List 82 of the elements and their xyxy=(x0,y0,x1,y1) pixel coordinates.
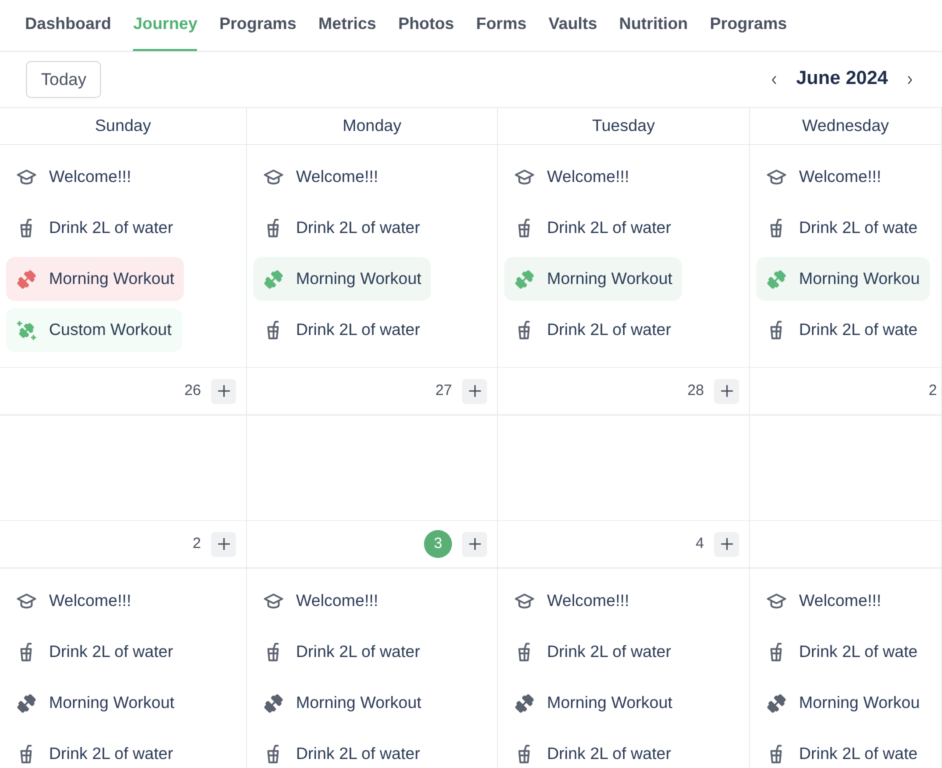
event-item[interactable]: Morning Workout xyxy=(504,257,682,301)
plus-icon xyxy=(466,536,482,552)
add-button[interactable] xyxy=(462,378,487,404)
nav-tab[interactable]: Dashboard xyxy=(25,0,112,51)
event-item[interactable]: Drink 2L of water xyxy=(504,308,682,352)
add-button[interactable] xyxy=(462,532,487,556)
date-number: 2 xyxy=(192,534,201,554)
nav-tab[interactable]: Vaults xyxy=(548,0,598,51)
graduation-cap-icon xyxy=(766,590,787,612)
nav-tab[interactable]: Programs xyxy=(219,0,296,51)
event-item[interactable]: Morning Workou xyxy=(756,257,930,301)
event-item[interactable]: Drink 2L of water xyxy=(6,732,184,768)
add-button[interactable] xyxy=(211,532,236,556)
dumbbell-icon xyxy=(263,692,284,714)
event-item[interactable]: Drink 2L of water xyxy=(253,630,430,674)
plus-icon xyxy=(216,383,232,399)
event-item[interactable]: Morning Workout xyxy=(6,257,184,301)
event-item[interactable]: Custom Workout xyxy=(6,308,182,352)
nav-tab[interactable]: Metrics xyxy=(318,0,376,51)
dumbbell-icon xyxy=(16,692,37,714)
event-item[interactable]: Drink 2L of water xyxy=(253,732,430,768)
date-number: 28 xyxy=(687,380,704,401)
event-item[interactable]: Welcome!!! xyxy=(253,579,388,623)
dumbbell-icon xyxy=(263,268,284,290)
dumbbell-icon xyxy=(766,692,787,714)
event-item[interactable]: Welcome!!! xyxy=(6,579,142,623)
event-item[interactable]: Drink 2L of water xyxy=(504,630,682,674)
event-item[interactable]: Welcome!!! xyxy=(504,155,640,199)
date-number: 4 xyxy=(696,534,704,554)
dumbbell-sparkle-icon xyxy=(16,320,37,340)
add-button[interactable] xyxy=(714,378,739,404)
event-item[interactable]: Welcome!!! xyxy=(253,155,388,199)
nav-tab[interactable]: Photos xyxy=(398,0,454,51)
month-title: June 2024 xyxy=(796,67,888,92)
day-header: Wednesday xyxy=(802,116,889,137)
graduation-cap-icon xyxy=(766,166,787,188)
nav-tab[interactable]: Forms xyxy=(476,0,527,51)
plus-icon xyxy=(466,383,482,399)
today-button[interactable]: Today xyxy=(26,60,102,98)
event-item[interactable]: Welcome!!! xyxy=(6,155,142,199)
event-item[interactable]: Morning Workout xyxy=(6,681,184,725)
event-item[interactable]: Drink 2L of wate xyxy=(756,732,928,768)
event-item[interactable]: Drink 2L of water xyxy=(504,732,682,768)
plus-icon xyxy=(216,536,232,552)
graduation-cap-icon xyxy=(16,166,37,188)
event-item[interactable]: Drink 2L of water xyxy=(253,206,430,250)
dumbbell-icon xyxy=(766,268,787,290)
graduation-cap-icon xyxy=(16,590,37,612)
dumbbell-icon xyxy=(16,268,37,290)
plus-icon xyxy=(718,383,734,399)
add-button[interactable] xyxy=(211,378,236,404)
nav-tab[interactable]: Programs xyxy=(710,0,787,51)
plus-icon xyxy=(718,536,734,552)
event-item[interactable]: Drink 2L of water xyxy=(504,206,682,250)
dumbbell-icon xyxy=(514,268,535,290)
dumbbell-icon xyxy=(514,692,535,714)
graduation-cap-icon xyxy=(263,166,284,188)
day-header: Tuesday xyxy=(592,116,655,137)
event-item[interactable]: Morning Workout xyxy=(504,681,682,725)
event-item[interactable]: Drink 2L of water xyxy=(6,206,184,250)
event-item[interactable]: Drink 2L of wate xyxy=(756,630,928,674)
date-number: 27 xyxy=(435,380,452,401)
graduation-cap-icon xyxy=(263,590,284,612)
day-header: Monday xyxy=(342,116,402,137)
add-button[interactable] xyxy=(714,532,739,556)
day-header: Sunday xyxy=(95,116,151,137)
event-item[interactable]: Morning Workou xyxy=(756,681,930,725)
date-number: 26 xyxy=(184,380,201,401)
event-item[interactable]: Morning Workout xyxy=(253,257,432,301)
date-number: 2 xyxy=(928,380,937,401)
event-item[interactable]: Drink 2L of wate xyxy=(756,206,928,250)
event-item[interactable]: Welcome!!! xyxy=(504,579,640,623)
event-item[interactable]: Morning Workout xyxy=(253,681,432,725)
event-item[interactable]: Drink 2L of water xyxy=(253,308,430,352)
event-item[interactable]: Drink 2L of wate xyxy=(756,308,928,352)
graduation-cap-icon xyxy=(514,590,535,612)
nav-tab[interactable]: Nutrition xyxy=(619,0,688,51)
event-item[interactable]: Welcome!!! xyxy=(756,579,892,623)
date-number: 3 xyxy=(424,530,452,558)
event-item[interactable]: Drink 2L of water xyxy=(6,630,184,674)
event-item[interactable]: Welcome!!! xyxy=(756,155,892,199)
graduation-cap-icon xyxy=(514,166,535,188)
